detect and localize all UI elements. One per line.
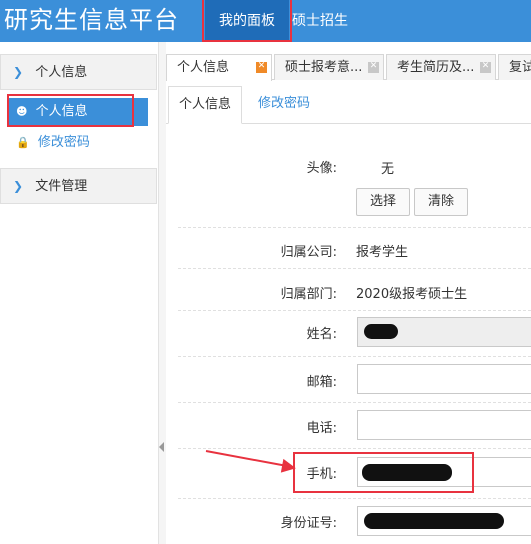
tab-retest[interactable]: 复试 (498, 54, 531, 80)
redaction-mark (364, 513, 504, 529)
company-value: 报考学生 (356, 245, 409, 260)
clear-button[interactable]: 清除 (414, 188, 468, 216)
choose-button[interactable]: 选择 (356, 188, 410, 216)
id-number-label: 身份证号: (280, 516, 337, 531)
sidebar-section-title: 文件管理 (35, 179, 88, 194)
lock-icon: 🔒 (16, 136, 30, 149)
phone-label: 电话: (306, 421, 337, 436)
divider (178, 402, 531, 403)
divider (178, 498, 531, 499)
close-icon[interactable]: ✕ (480, 62, 491, 73)
divider (178, 356, 531, 357)
sidebar-section-personal-info[interactable]: ❯ 个人信息 (0, 54, 157, 90)
chevron-down-icon: ❯ (13, 65, 24, 79)
tab-personal-info[interactable]: 个人信息 ✕ (166, 54, 272, 81)
nav-master-admission[interactable]: 硕士招生 (292, 0, 348, 42)
company-label: 归属公司: (280, 245, 337, 260)
sub-tab-bar: 个人信息 修改密码 (166, 86, 531, 124)
panel-splitter[interactable] (158, 42, 166, 544)
highlight-box-sidebar (7, 94, 134, 127)
redaction-mark (364, 324, 398, 339)
subtab-personal-info[interactable]: 个人信息 (168, 86, 243, 124)
divider (178, 448, 531, 449)
highlight-box-nav (202, 0, 292, 42)
app-title: 研究生信息平台 (4, 6, 179, 34)
subtab-change-password[interactable]: 修改密码 (248, 86, 320, 124)
avatar-value: 无 (381, 162, 395, 177)
name-label: 姓名: (306, 327, 337, 342)
sidebar-section-title: 个人信息 (35, 65, 88, 80)
tab-label: 个人信息 (177, 60, 230, 75)
tab-resume[interactable]: 考生简历及... ✕ (386, 54, 496, 80)
chevron-right-icon: ❯ (13, 179, 24, 193)
close-icon[interactable]: ✕ (256, 62, 267, 73)
divider (178, 227, 531, 228)
email-label: 邮箱: (306, 375, 337, 390)
tab-master-application[interactable]: 硕士报考意... ✕ (274, 54, 384, 80)
tab-label: 硕士报考意... (285, 60, 363, 75)
tab-label: 考生简历及... (397, 60, 475, 75)
highlight-box-mobile (293, 452, 474, 493)
sidebar-item-change-password[interactable]: 🔒 修改密码 (8, 129, 148, 157)
email-field[interactable] (357, 364, 531, 394)
close-icon[interactable]: ✕ (368, 62, 379, 73)
divider (178, 268, 531, 269)
tab-bar: 个人信息 ✕ 硕士报考意... ✕ 考生简历及... ✕ 复试 (166, 52, 531, 81)
sidebar-item-label: 修改密码 (37, 135, 90, 150)
tab-label: 复试 (509, 60, 531, 75)
sidebar-section-file-management[interactable]: ❯ 文件管理 (0, 168, 157, 204)
avatar-label: 头像: (306, 161, 337, 176)
dept-label: 归属部门: (280, 287, 337, 302)
annotation-arrow-head (280, 458, 298, 476)
dept-value: 2020级报考硕士生 (356, 287, 468, 302)
divider (178, 310, 531, 311)
collapse-left-icon[interactable] (159, 442, 164, 452)
phone-field[interactable] (357, 410, 531, 440)
